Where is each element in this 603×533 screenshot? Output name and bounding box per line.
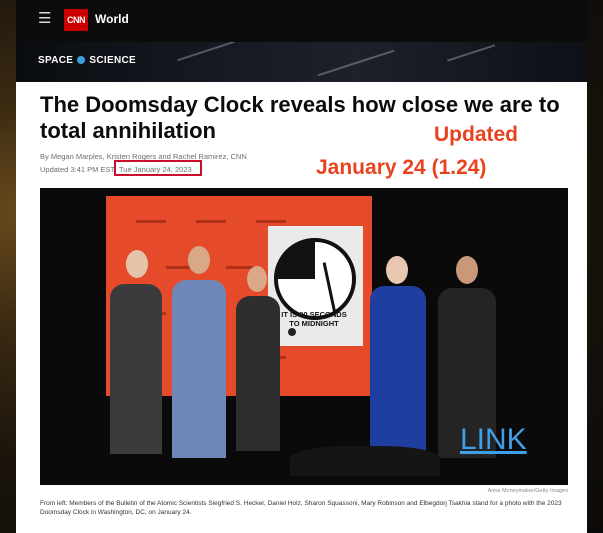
clock-quarter (274, 238, 315, 279)
section-link-world[interactable]: World (95, 12, 129, 26)
banner-label-part1: SPACE (38, 55, 74, 66)
article-page: ☰ CNN World SPACE SCIENCE The Doomsday C… (16, 0, 587, 533)
banner-streak (317, 49, 395, 77)
globe-icon (77, 56, 86, 64)
date-highlight-box (114, 160, 202, 176)
banner-streak (177, 42, 235, 62)
photo-credit: Anna Moneymaker/Getty Images (487, 488, 568, 494)
section-banner: SPACE SCIENCE (16, 42, 587, 82)
hamburger-menu-icon[interactable]: ☰ (38, 11, 52, 26)
annotation-date: January 24 (1.24) (316, 156, 487, 179)
person-robinson (370, 286, 426, 451)
head-holz (188, 246, 210, 274)
head-tsakhia (456, 256, 478, 284)
person-squassoni (236, 296, 280, 451)
banner-streak (446, 44, 496, 62)
person-hecker (110, 284, 162, 454)
space-science-label[interactable]: SPACE SCIENCE (38, 55, 136, 66)
doomsday-clock (268, 226, 363, 346)
photo-caption: From left: Members of the Bulletin of th… (40, 500, 562, 516)
link-overlay[interactable]: LINK (460, 424, 527, 456)
person-holz (172, 280, 226, 458)
head-hecker (126, 250, 148, 278)
head-robinson (386, 256, 408, 284)
cnn-logo[interactable]: CNN (64, 9, 88, 31)
top-navigation-bar: ☰ CNN World (16, 0, 587, 42)
updated-timestamp: Updated 3:41 PM EST, (40, 165, 117, 174)
banner-label-part2: SCIENCE (89, 55, 136, 66)
article-photo: IT IS 90 SECONDS TO MIDNIGHT LINK (40, 188, 568, 485)
head-squassoni (247, 266, 267, 292)
drape-cloth (290, 446, 440, 476)
annotation-updated: Updated (434, 123, 518, 146)
